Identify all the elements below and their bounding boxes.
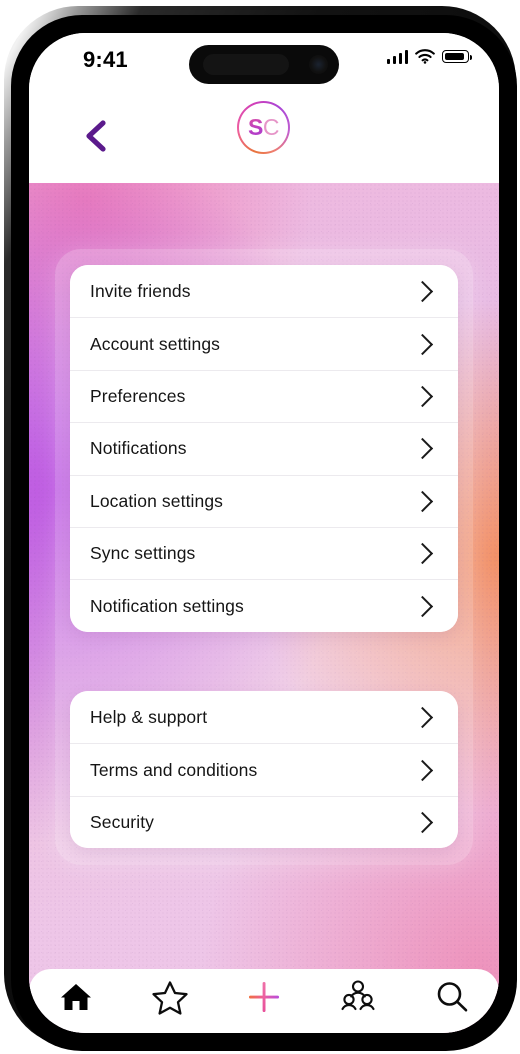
dynamic-island xyxy=(189,45,339,84)
nav-home[interactable] xyxy=(45,970,107,1024)
menu-item-label: Notification settings xyxy=(90,595,244,616)
cellular-signal-icon xyxy=(386,49,408,64)
nav-search[interactable] xyxy=(421,970,483,1024)
menu-item-label: Notifications xyxy=(90,438,187,459)
menu-row[interactable]: Account settings xyxy=(70,317,458,370)
status-bar-time: 9:41 xyxy=(83,47,128,72)
status-bar-icons xyxy=(386,49,472,64)
chevron-right-icon xyxy=(411,280,434,302)
settings-group-card: Invite friends Account settings Preference… xyxy=(70,265,458,632)
menu-row[interactable]: Terms and conditions xyxy=(70,743,458,796)
phone-screen: 9:41 SC Invite friends Account settings … xyxy=(29,33,499,1033)
brand-mark: SC xyxy=(248,116,279,139)
brand-letter-s: S xyxy=(248,114,263,140)
battery-fill xyxy=(444,52,464,61)
bottom-navigation-bar xyxy=(29,969,499,1033)
chevron-right-icon xyxy=(411,595,434,617)
menu-row[interactable]: Notification settings xyxy=(70,579,458,632)
star-icon xyxy=(152,981,188,1015)
brand-logo-inner: SC xyxy=(239,103,288,152)
app-header: SC xyxy=(29,91,499,183)
chevron-right-icon xyxy=(411,333,434,355)
chevron-right-icon xyxy=(411,385,434,408)
nav-create[interactable] xyxy=(233,970,295,1024)
chevron-right-icon xyxy=(411,811,434,834)
chevron-right-icon xyxy=(411,543,434,565)
brand-logo[interactable]: SC xyxy=(237,101,290,154)
battery-icon xyxy=(442,50,472,63)
menu-row[interactable]: Location settings xyxy=(70,474,458,527)
content-area: Invite friends Account settings Preference… xyxy=(29,183,499,1033)
menu-item-label: Sync settings xyxy=(90,543,196,564)
phone-frame: 9:41 SC Invite friends Account settings … xyxy=(4,6,517,1051)
menu-item-label: Terms and conditions xyxy=(90,759,258,780)
support-group-card: Help & support Terms and conditions Securi… xyxy=(70,691,458,849)
chevron-right-icon xyxy=(411,490,434,512)
chevron-right-icon xyxy=(411,759,434,781)
chevron-right-icon xyxy=(411,438,434,460)
search-icon xyxy=(437,982,468,1012)
people-group-icon xyxy=(341,980,375,1011)
menu-row[interactable]: Security xyxy=(70,795,458,849)
menu-item-label: Help & support xyxy=(90,706,208,727)
island-speaker xyxy=(203,54,289,75)
menu-row[interactable]: Preferences xyxy=(70,369,458,423)
chevron-right-icon xyxy=(411,706,434,728)
menu-item-label: Location settings xyxy=(90,490,224,511)
nav-groups[interactable] xyxy=(327,970,389,1024)
status-bar: 9:41 xyxy=(29,33,499,91)
menu-item-label: Account settings xyxy=(90,333,221,354)
menu-row[interactable]: Notifications xyxy=(70,422,458,475)
wifi-icon xyxy=(415,49,435,64)
menu-row[interactable]: Sync settings xyxy=(70,526,458,580)
plus-icon xyxy=(249,982,279,1012)
brand-letter-c: C xyxy=(262,114,280,140)
menu-item-label: Preferences xyxy=(90,385,186,406)
back-button[interactable] xyxy=(73,113,119,159)
menu-row[interactable]: Invite friends xyxy=(70,265,458,318)
back-chevron-icon xyxy=(86,120,106,152)
home-icon xyxy=(61,984,91,1010)
menu-item-label: Invite friends xyxy=(90,280,191,301)
menu-row[interactable]: Help & support xyxy=(70,691,458,744)
front-camera-icon xyxy=(309,55,328,74)
menu-item-label: Security xyxy=(90,811,155,832)
nav-favorites[interactable] xyxy=(139,970,201,1024)
